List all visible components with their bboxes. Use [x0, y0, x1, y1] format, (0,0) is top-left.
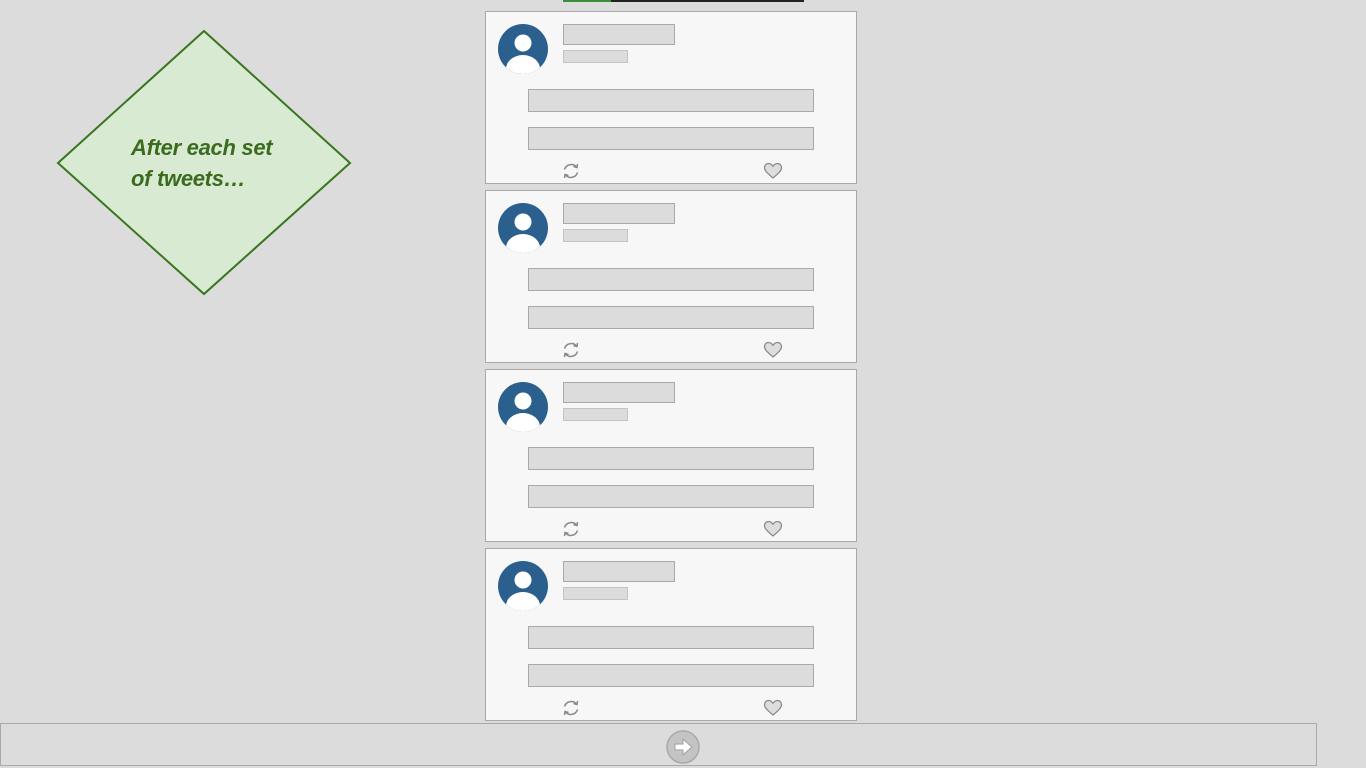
tweet-text-line-placeholder	[528, 268, 814, 291]
progress-bar	[563, 0, 804, 2]
callout-line-2: of tweets…	[131, 166, 246, 191]
tweet-author-handle-placeholder	[563, 408, 628, 421]
tweet-author-name-placeholder	[563, 203, 675, 224]
avatar-icon	[498, 203, 548, 253]
tweet-card	[485, 11, 857, 184]
retweet-icon[interactable]	[561, 698, 581, 718]
like-icon[interactable]	[763, 698, 783, 718]
tweet-text-line-placeholder	[528, 485, 814, 508]
tweet-card	[485, 369, 857, 542]
avatar-icon	[498, 24, 548, 74]
tweet-text-line-placeholder	[528, 127, 814, 150]
progress-bar-fill	[563, 0, 612, 2]
retweet-icon[interactable]	[561, 519, 581, 539]
tweet-card	[485, 548, 857, 721]
callout-text: After each set of tweets…	[131, 132, 311, 194]
tweet-card	[485, 190, 857, 363]
tweet-author-handle-placeholder	[563, 587, 628, 600]
tweet-text-line-placeholder	[528, 664, 814, 687]
next-button[interactable]	[666, 730, 700, 764]
tweet-feed	[485, 11, 857, 727]
tweet-author-handle-placeholder	[563, 50, 628, 63]
tweet-text-line-placeholder	[528, 306, 814, 329]
tweet-author-name-placeholder	[563, 561, 675, 582]
tweet-text-line-placeholder	[528, 89, 814, 112]
retweet-icon[interactable]	[561, 340, 581, 360]
tweet-author-name-placeholder	[563, 382, 675, 403]
tweet-text-line-placeholder	[528, 447, 814, 470]
callout-line-1: After each set	[131, 135, 273, 160]
tweet-author-name-placeholder	[563, 24, 675, 45]
bottom-navigation-bar	[0, 723, 1317, 766]
like-icon[interactable]	[763, 161, 783, 181]
like-icon[interactable]	[763, 519, 783, 539]
avatar-icon	[498, 561, 548, 611]
tweet-author-handle-placeholder	[563, 229, 628, 242]
like-icon[interactable]	[763, 340, 783, 360]
avatar-icon	[498, 382, 548, 432]
tweet-text-line-placeholder	[528, 626, 814, 649]
retweet-icon[interactable]	[561, 161, 581, 181]
